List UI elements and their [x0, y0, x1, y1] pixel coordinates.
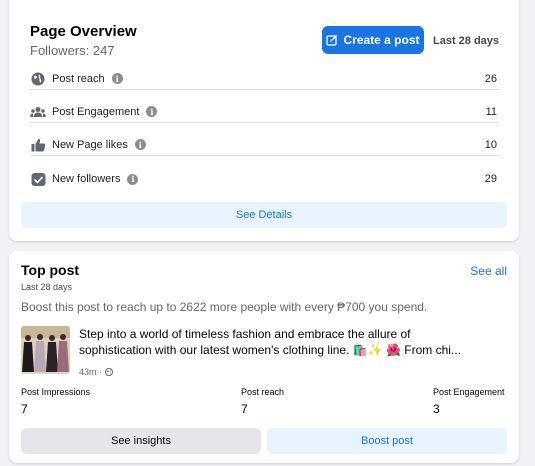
post-caption-line2: sophistication with our latest women's c… — [79, 343, 461, 357]
stat-value: 7 — [21, 402, 28, 416]
metric-new-followers: New followers i 29 — [30, 168, 499, 190]
page-overview-title: Page Overview — [30, 23, 137, 40]
boost-post-button[interactable]: Boost post — [267, 428, 507, 454]
metric-value: 26 — [484, 72, 497, 85]
metric-value: 29 — [484, 173, 497, 185]
post-caption-line1: Step into a world of timeless fashion an… — [79, 327, 411, 341]
stat-post-reach: Post reach 7 — [241, 387, 284, 416]
top-post-period: Last 28 days — [21, 282, 73, 292]
period-label: Last 28 days — [433, 35, 500, 47]
post-time-text: 43m · — [79, 367, 103, 377]
stat-label: Post Engagement — [433, 387, 505, 397]
globe-icon — [30, 71, 46, 87]
follow-icon — [30, 171, 46, 187]
create-post-label: Create a post — [343, 33, 420, 47]
edit-icon — [326, 34, 338, 46]
metric-value: 10 — [484, 138, 497, 151]
post-caption[interactable]: Step into a world of timeless fashion an… — [79, 326, 509, 358]
see-details-button[interactable]: See Details — [21, 202, 507, 228]
metric-label: Post Engagement — [52, 105, 140, 118]
top-post-card: Top post See all Last 28 days Boost this… — [9, 251, 519, 463]
metric-label: Post reach — [52, 72, 105, 85]
thumbs-up-icon — [30, 137, 46, 153]
boost-promo-text: Boost this post to reach up to 2622 more… — [21, 300, 428, 314]
see-insights-button[interactable]: See insights — [21, 428, 261, 454]
metric-new-page-likes: New Page likes i 10 — [30, 134, 499, 156]
stat-value: 7 — [241, 402, 248, 416]
info-icon[interactable]: i — [146, 106, 158, 117]
see-all-link[interactable]: See all — [470, 264, 507, 278]
stat-post-impressions: Post Impressions 7 — [21, 387, 90, 416]
stat-post-engagement: Post Engagement 3 — [433, 387, 505, 416]
people-icon — [30, 104, 46, 120]
followers-count: Followers: 247 — [30, 43, 115, 58]
post-thumbnail[interactable] — [21, 326, 70, 374]
top-post-title: Top post — [21, 262, 80, 278]
metric-label: New Page likes — [52, 138, 128, 151]
post-timestamp: 43m · — [79, 367, 114, 377]
globe-icon — [105, 368, 114, 376]
create-post-button[interactable]: Create a post — [322, 26, 424, 54]
metric-value: 11 — [485, 105, 497, 118]
stat-value: 3 — [433, 402, 440, 416]
info-icon[interactable]: i — [134, 139, 146, 150]
stat-label: Post reach — [241, 387, 285, 397]
info-icon[interactable]: i — [111, 73, 123, 84]
stat-label: Post Impressions — [21, 387, 91, 397]
metric-post-engagement: Post Engagement i 11 — [30, 101, 499, 123]
metric-label: New followers — [52, 173, 121, 185]
page-overview-card: Page Overview Followers: 247 Create a po… — [9, 0, 519, 241]
metric-post-reach: Post reach i 26 — [30, 68, 499, 90]
info-icon[interactable]: i — [127, 173, 139, 185]
